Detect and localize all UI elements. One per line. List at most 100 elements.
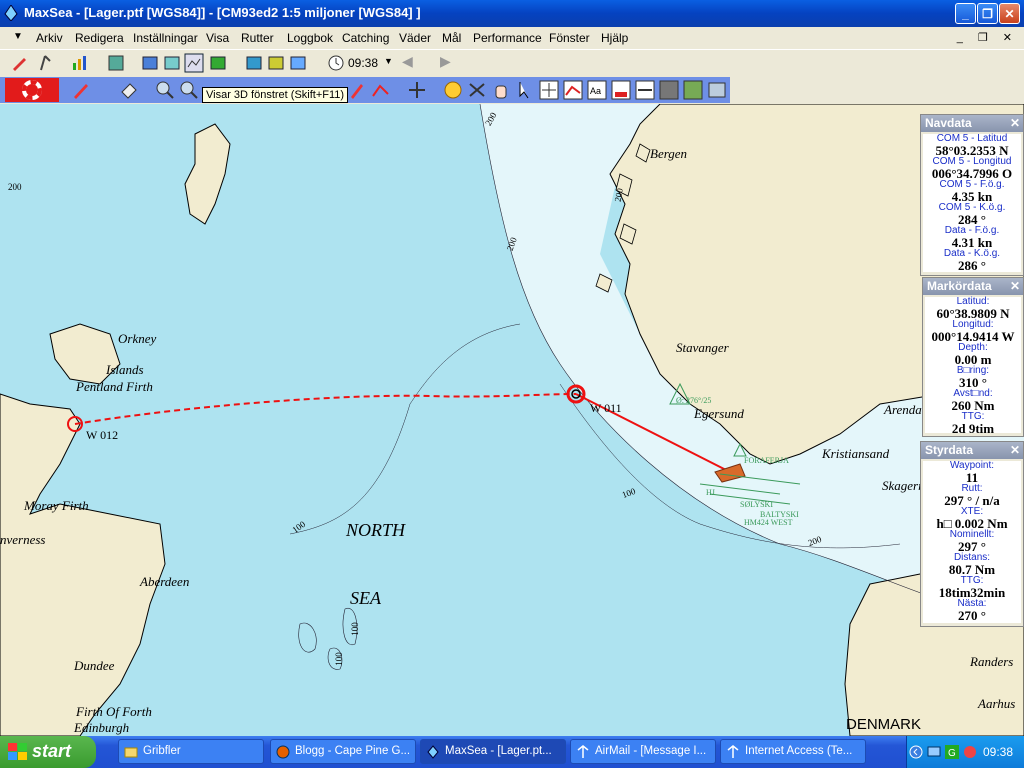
window-icon[interactable]: [140, 53, 160, 73]
menu-mal[interactable]: Mål: [442, 31, 461, 45]
g-icon[interactable]: G: [945, 745, 959, 759]
taskbar-item-gribfler[interactable]: Gribfler: [118, 739, 264, 764]
menu-hjalp[interactable]: Hjälp: [601, 31, 628, 45]
menu-vader[interactable]: Väder: [399, 31, 431, 45]
eraser-icon[interactable]: [118, 80, 140, 100]
map-view-icon[interactable]: [162, 53, 182, 73]
menu-redigera[interactable]: Redigera: [75, 31, 124, 45]
security-icon[interactable]: [963, 745, 977, 759]
crosshair-icon[interactable]: [538, 80, 560, 100]
taskbar-item-airmail[interactable]: AirMail - [Message I...: [570, 739, 716, 764]
taskbar-item-label: Blogg - Cape Pine G...: [295, 745, 411, 757]
ais-label[interactable]: FORAFERJA: [744, 456, 789, 465]
mdi-window-buttons[interactable]: _ ❐ ✕: [957, 31, 1018, 44]
markordata-header[interactable]: Markördata ✕: [923, 278, 1023, 295]
waypoint-w012-label[interactable]: W 012: [86, 428, 118, 443]
airmail-icon: [727, 745, 739, 758]
clock-icon[interactable]: [326, 53, 346, 73]
pointer-icon[interactable]: [514, 80, 536, 100]
hand-icon[interactable]: [490, 80, 512, 100]
overlay-icon[interactable]: [244, 53, 264, 73]
photo-icon[interactable]: [288, 53, 308, 73]
line-style-icon[interactable]: [634, 80, 656, 100]
markordata-close-icon[interactable]: ✕: [1010, 278, 1020, 295]
label-bergen: Bergen: [650, 146, 688, 161]
map-canvas[interactable]: [0, 104, 1024, 736]
menu-catching[interactable]: Catching: [342, 31, 389, 45]
close-button[interactable]: ✕: [999, 3, 1020, 24]
menu-loggbok[interactable]: Loggbok: [287, 31, 333, 45]
markordata-title: Markördata: [927, 279, 992, 293]
label-edinburgh: Edinburgh: [74, 720, 130, 735]
fill-icon[interactable]: [610, 80, 632, 100]
start-button[interactable]: start: [0, 736, 96, 768]
navdata-panel[interactable]: Navdata ✕ COM 5 - Latitud 58°03.2353 N COM…: [920, 114, 1024, 276]
menu-arkiv[interactable]: Arkiv: [36, 31, 63, 45]
mark-icon[interactable]: [36, 53, 56, 73]
pencil-route-icon[interactable]: [10, 53, 30, 73]
tray-expand-icon[interactable]: [909, 745, 923, 759]
lifebuoy-button[interactable]: [5, 78, 59, 102]
menu-visa[interactable]: Visa: [206, 31, 229, 45]
navdata-header[interactable]: Navdata ✕: [921, 115, 1023, 132]
forward-arrow-icon[interactable]: ▶: [440, 53, 451, 70]
pattern-icon[interactable]: [658, 80, 680, 100]
styrdata-header[interactable]: Styrdata ✕: [921, 442, 1023, 459]
window-layout-icon[interactable]: [706, 80, 728, 100]
label-stavanger: Stavanger: [676, 340, 729, 355]
styrdata-close-icon[interactable]: ✕: [1010, 442, 1020, 459]
scissors-icon[interactable]: [466, 80, 488, 100]
label-orkney: Orkney: [118, 331, 157, 346]
menu-rutter[interactable]: Rutter: [241, 31, 274, 45]
label-islands: Islands: [106, 362, 144, 377]
svg-text:G: G: [948, 748, 956, 759]
waypoint-w011-label[interactable]: W 011: [590, 401, 622, 416]
minimize-button[interactable]: _: [955, 3, 976, 24]
ais-label[interactable]: SØLYSKI: [740, 500, 773, 509]
system-menu-icon[interactable]: ▼: [13, 31, 23, 42]
network-icon[interactable]: [927, 745, 941, 759]
label-dundee: Dundee: [74, 658, 115, 673]
ais-label[interactable]: Ø: 276°/25: [676, 396, 711, 405]
layers-icon[interactable]: [106, 53, 126, 73]
tools-toolbar: Aa: [0, 77, 730, 103]
edit-pencil-icon[interactable]: [346, 80, 368, 100]
3d-view-icon[interactable]: [184, 53, 204, 73]
chart-graph-icon[interactable]: [70, 53, 90, 73]
folder-icon: [124, 747, 138, 758]
taskbar-item-label: Internet Access (Te...: [745, 745, 853, 757]
navdata-close-icon[interactable]: ✕: [1010, 115, 1020, 132]
taskbar-item-internet-access[interactable]: Internet Access (Te...: [720, 739, 866, 764]
chart-mark-icon[interactable]: [562, 80, 584, 100]
label-pentland-firth: Pentland Firth: [76, 379, 153, 394]
grid-icon[interactable]: [208, 53, 228, 73]
smiley-icon[interactable]: [442, 80, 464, 100]
tooltip-3d-window: Visar 3D fönstret (Skift+F11): [202, 87, 349, 103]
ais-label[interactable]: HM424 WEST: [744, 518, 793, 527]
time-dropdown-icon[interactable]: ▼: [384, 56, 393, 66]
maximize-button[interactable]: ❐: [977, 3, 998, 24]
styrdata-panel[interactable]: Styrdata ✕ Waypoint: 11 Rutt: 297 ° / n/a X…: [920, 441, 1024, 627]
text-icon[interactable]: Aa: [586, 80, 608, 100]
menu-fonster[interactable]: Fönster: [549, 31, 590, 45]
marker-row-value: 2d 9tim: [951, 421, 995, 436]
ais-label[interactable]: HJ: [706, 488, 715, 497]
taskbar-item-blogg[interactable]: Blogg - Cape Pine G...: [270, 739, 416, 764]
chart-map[interactable]: Orkney Islands Pentland Firth Moray Firt…: [0, 104, 1024, 736]
markordata-panel[interactable]: Markördata ✕ Latitud: 60°38.9809 N Longitu…: [922, 277, 1024, 437]
menu-performance[interactable]: Performance: [473, 31, 542, 45]
route-icon[interactable]: [370, 80, 392, 100]
label-sea: SEA: [350, 588, 381, 608]
image-overlay-icon[interactable]: [682, 80, 704, 100]
back-arrow-icon[interactable]: ◀: [402, 53, 413, 70]
weather-icon[interactable]: [266, 53, 286, 73]
move-icon[interactable]: [406, 80, 428, 100]
menu-bar: ▼ Arkiv Redigera Inställningar Visa Rutt…: [0, 27, 1024, 49]
zoom-out-icon[interactable]: [178, 80, 200, 100]
pen-icon[interactable]: [70, 80, 92, 100]
taskbar-item-maxsea[interactable]: MaxSea - [Lager.pt...: [420, 739, 566, 764]
menu-installningar[interactable]: Inställningar: [133, 31, 198, 45]
start-label: start: [32, 741, 72, 761]
system-tray: G 09:38: [906, 736, 1024, 768]
zoom-in-icon[interactable]: [154, 80, 176, 100]
